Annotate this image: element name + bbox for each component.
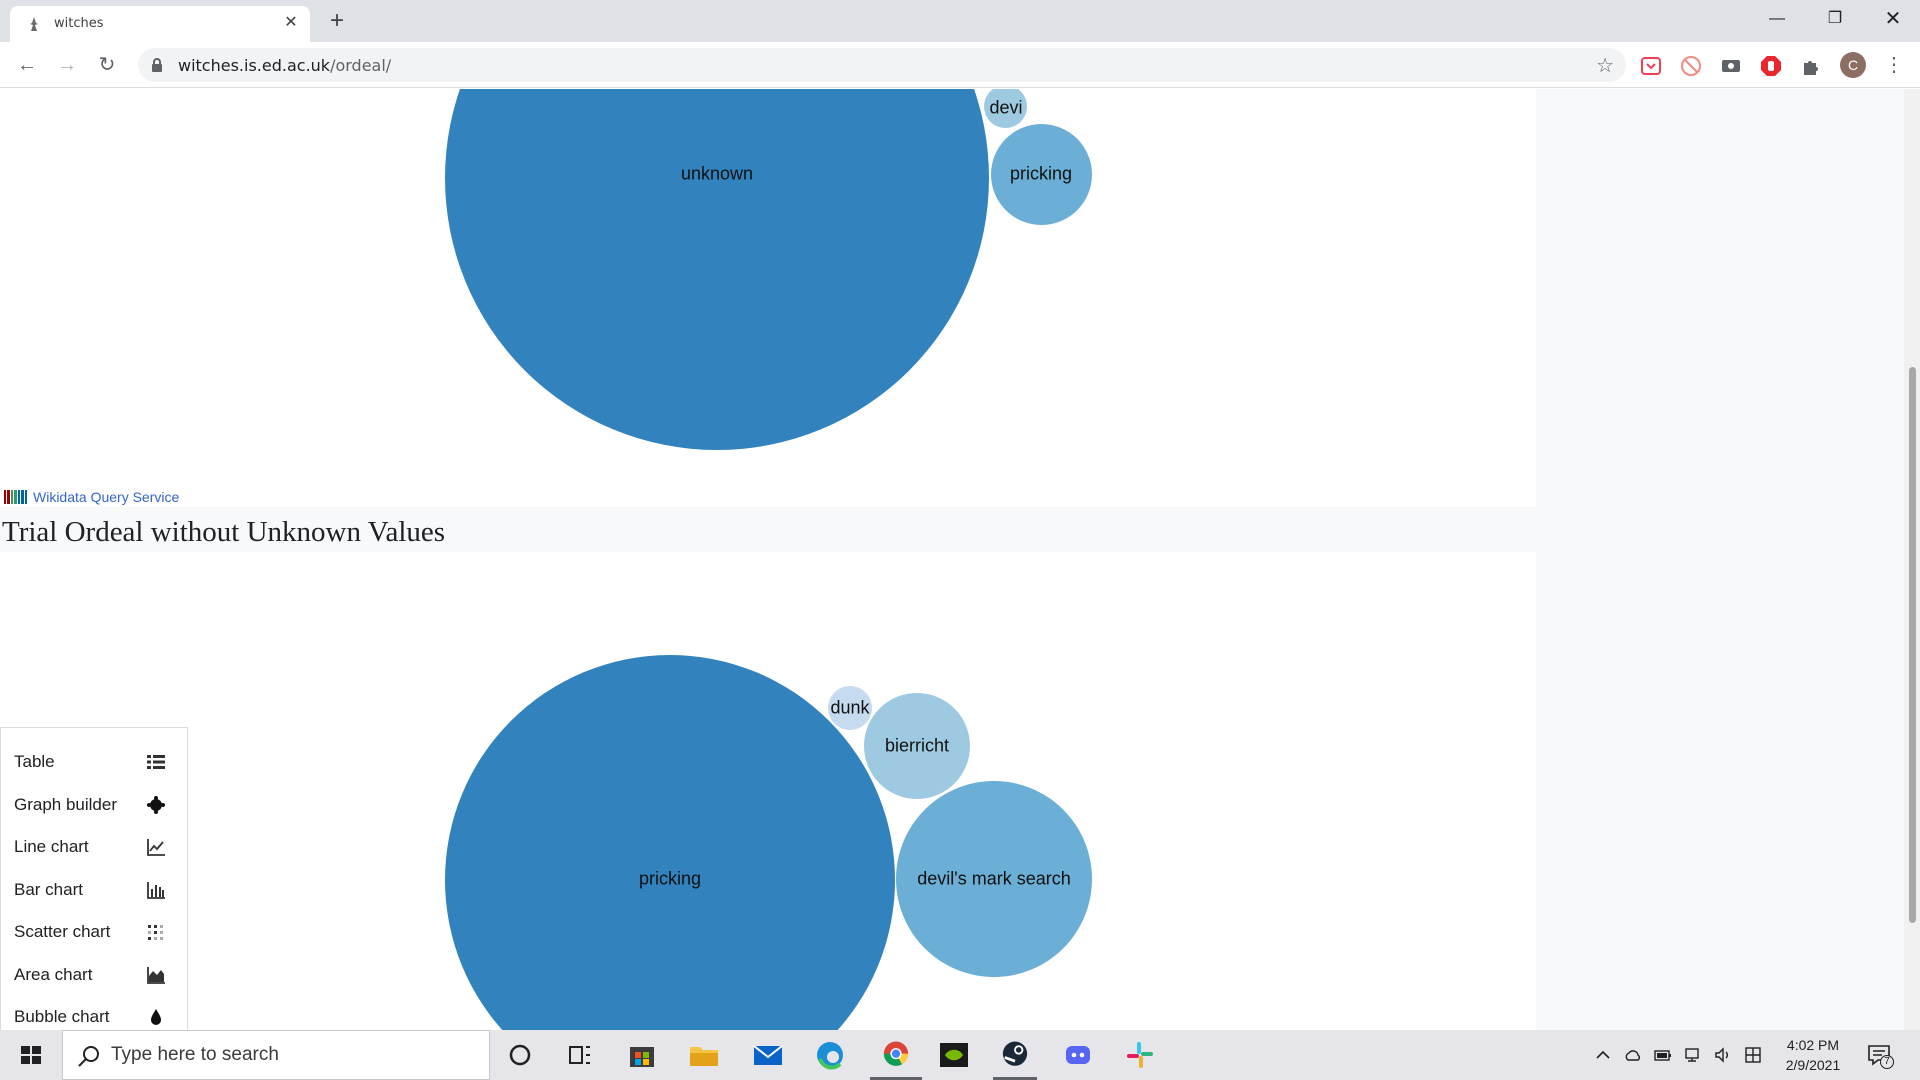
steam-icon[interactable] xyxy=(993,1035,1037,1080)
windows-start-icon[interactable] xyxy=(0,1030,62,1080)
scrollbar-thumb[interactable] xyxy=(1909,367,1916,923)
bubble-label-pricking-top: pricking xyxy=(1009,163,1073,184)
view-menu-item-bubble-chart[interactable]: Bubble chart xyxy=(14,1002,174,1030)
notification-count-badge: 7 xyxy=(1880,1055,1894,1069)
extensions-puzzle-icon[interactable] xyxy=(1800,55,1822,77)
pocket-extension-icon[interactable] xyxy=(1640,55,1662,77)
view-menu-label: Graph builder xyxy=(14,795,118,814)
profile-avatar[interactable]: C xyxy=(1840,52,1866,78)
url-text: witches.is.ed.ac.uk/ordeal/ xyxy=(178,56,391,75)
view-menu-label: Scatter chart xyxy=(14,922,111,941)
view-menu-label: Bar chart xyxy=(14,880,83,899)
tab-close-icon[interactable]: ✕ xyxy=(282,14,300,32)
browser-tab[interactable]: witches ✕ xyxy=(10,6,310,42)
network-icon[interactable] xyxy=(1684,1046,1702,1064)
wikidata-link-text[interactable]: Wikidata Query Service xyxy=(33,489,179,505)
nvidia-icon[interactable] xyxy=(934,1035,974,1075)
bubble-label-bierricht: bierricht xyxy=(884,735,950,756)
view-menu-item-table[interactable]: Table xyxy=(14,747,174,777)
lock-icon xyxy=(152,58,162,72)
action-center-button[interactable]: 7 xyxy=(1866,1042,1894,1069)
restore-button[interactable]: ❐ xyxy=(1806,0,1864,38)
bubble-label-devils-mark-search: devil's mark search xyxy=(917,868,1071,889)
file-explorer-icon[interactable] xyxy=(684,1035,724,1075)
url-path: /ordeal/ xyxy=(330,56,392,75)
bubble-label-pricking: pricking xyxy=(638,868,702,889)
page-right-gutter xyxy=(1536,89,1904,1030)
discord-icon[interactable] xyxy=(1058,1035,1098,1075)
windows-taskbar: Type here to search 4:02 PM 2/9/2021 7 xyxy=(0,1030,1920,1080)
witch-favicon-icon xyxy=(30,17,38,31)
edge-icon[interactable] xyxy=(810,1035,850,1075)
back-button[interactable]: ← xyxy=(13,51,41,79)
search-placeholder: Type here to search xyxy=(111,1044,279,1065)
close-window-button[interactable]: ✕ xyxy=(1864,0,1920,38)
chrome-icon[interactable] xyxy=(870,1035,922,1080)
view-menu-item-bar-chart[interactable]: Bar chart xyxy=(14,875,174,905)
bookmark-star-icon[interactable]: ☆ xyxy=(1596,53,1614,78)
new-tab-button[interactable]: + xyxy=(324,9,350,35)
show-hidden-icons-chevron-icon[interactable] xyxy=(1594,1046,1612,1064)
clock-date: 2/9/2021 xyxy=(1785,1057,1841,1073)
bubble-label-dunk: dunk xyxy=(830,697,870,718)
table-list-icon xyxy=(147,755,165,769)
bubble-label-unknown: unknown xyxy=(680,163,754,184)
view-menu-label: Table xyxy=(14,752,55,771)
view-menu-label: Line chart xyxy=(14,837,89,856)
view-menu-item-graph-builder[interactable]: Graph builder xyxy=(14,790,174,820)
bubble-chart-icon xyxy=(151,1009,161,1025)
bar-chart-icon xyxy=(147,882,165,899)
view-menu-item-area-chart[interactable]: Area chart xyxy=(14,960,174,990)
url-host: witches.is.ed.ac.uk xyxy=(178,56,331,75)
reload-button[interactable]: ↻ xyxy=(93,51,121,79)
search-icon xyxy=(78,1046,99,1067)
wikidata-barcode-icon xyxy=(4,490,27,504)
line-chart-icon xyxy=(147,839,165,856)
browser-menu-icon[interactable]: ⋮ xyxy=(1884,50,1904,80)
browser-toolbar: ← → ↻ witches.is.ed.ac.uk/ordeal/ ☆ xyxy=(0,42,1920,88)
section-title: Trial Ordeal without Unknown Values xyxy=(2,516,446,548)
forward-button[interactable]: → xyxy=(53,51,81,79)
slack-icon[interactable] xyxy=(1120,1035,1160,1075)
system-clock[interactable]: 4:02 PM 2/9/2021 xyxy=(1758,1035,1868,1075)
address-bar[interactable]: witches.is.ed.ac.uk/ordeal/ ☆ xyxy=(138,48,1626,82)
microsoft-store-icon[interactable] xyxy=(622,1035,662,1075)
area-chart-icon xyxy=(147,967,165,984)
adblock-extension-icon[interactable] xyxy=(1760,55,1782,77)
scatter-chart-icon xyxy=(148,925,163,940)
tab-title: witches xyxy=(54,16,104,31)
volume-icon[interactable] xyxy=(1714,1046,1732,1064)
bubble-label-devi: devi xyxy=(989,97,1023,118)
mail-icon[interactable] xyxy=(748,1035,788,1075)
camera-extension-icon[interactable] xyxy=(1720,55,1742,77)
result-view-menu: Table Graph builder Line chart Bar chart… xyxy=(0,727,188,1030)
onedrive-cloud-icon[interactable] xyxy=(1624,1046,1642,1064)
page-content: unknown pricking devi Wikidata Query Ser… xyxy=(0,89,1920,1030)
view-menu-item-scatter-chart[interactable]: Scatter chart xyxy=(14,917,174,947)
graph-builder-icon xyxy=(147,796,165,814)
minimize-button[interactable]: — xyxy=(1748,0,1806,38)
cortana-icon[interactable] xyxy=(500,1035,540,1075)
task-view-icon[interactable] xyxy=(560,1035,600,1075)
blocker-extension-icon[interactable] xyxy=(1680,55,1702,77)
taskbar-search-box[interactable]: Type here to search xyxy=(62,1030,490,1080)
view-menu-label: Area chart xyxy=(14,965,93,984)
clock-time: 4:02 PM xyxy=(1786,1037,1840,1053)
view-menu-item-line-chart[interactable]: Line chart xyxy=(14,832,174,862)
battery-icon[interactable] xyxy=(1654,1046,1672,1064)
bubble-unknown[interactable] xyxy=(445,89,989,450)
browser-tab-strip: witches ✕ + — ❐ ✕ xyxy=(0,0,1920,42)
view-menu-label: Bubble chart xyxy=(14,1007,110,1026)
